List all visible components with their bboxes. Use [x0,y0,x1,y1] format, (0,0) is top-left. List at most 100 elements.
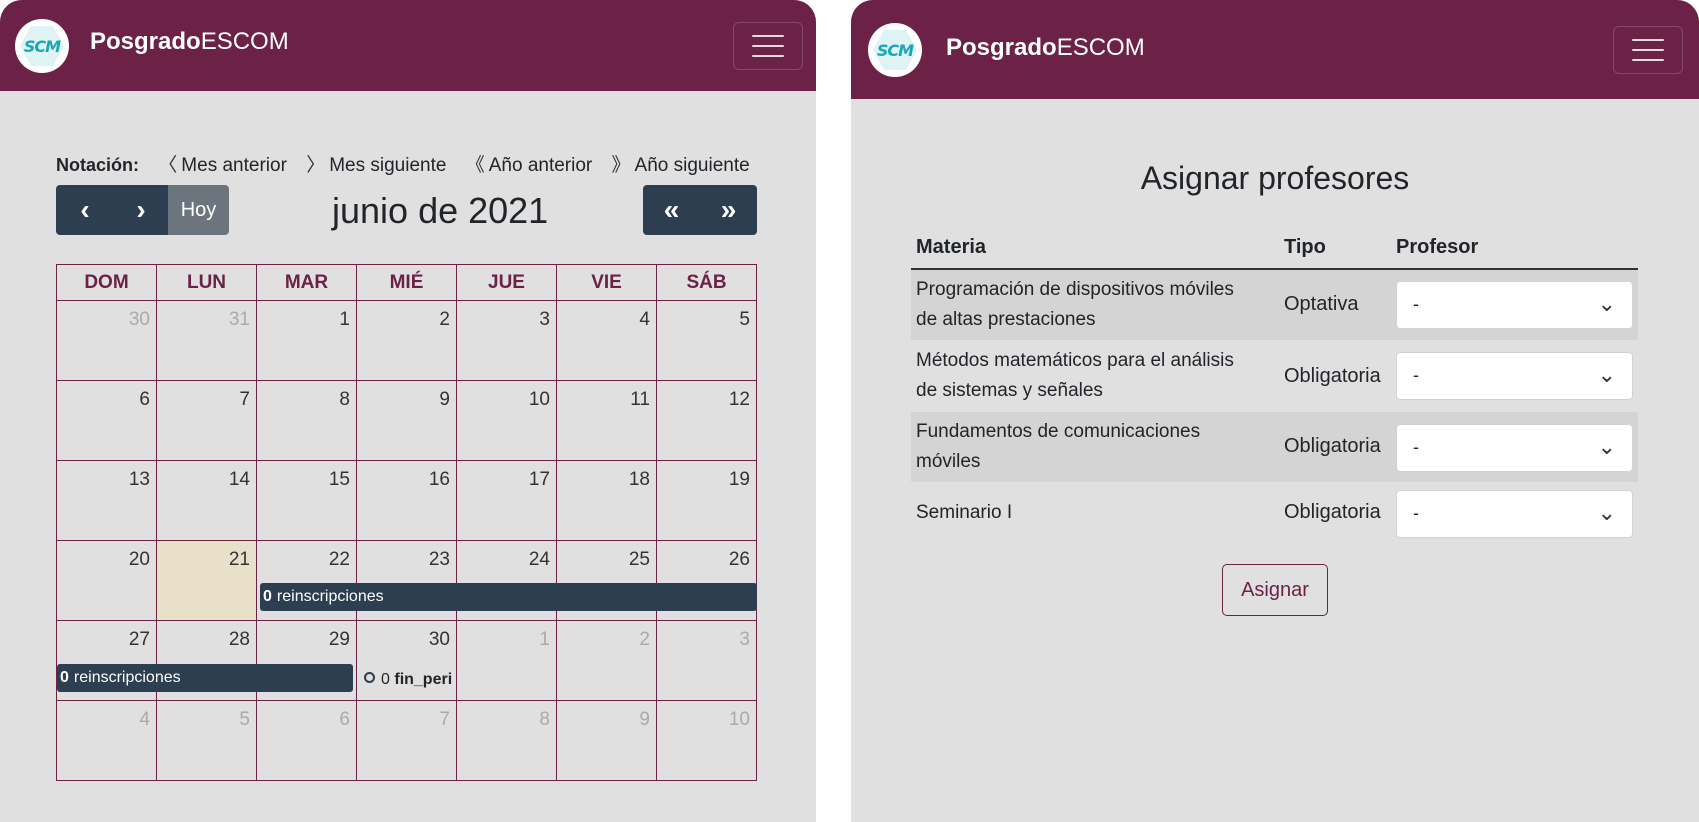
calendar-event[interactable]: 0 reinscripciones [57,664,353,692]
hamburger-icon-line [1632,49,1664,51]
scm-logo-mark: SCM [20,26,64,66]
day-cell[interactable]: 3 [656,620,757,701]
day-cell[interactable]: 9 [556,700,657,781]
header-profesor: Profesor [1396,236,1479,258]
profesor-select[interactable]: - ⌄ [1396,352,1633,400]
day-cell[interactable]: 9 [356,380,457,461]
day-cell[interactable]: 12 [656,380,757,461]
day-cell[interactable]: 8 [456,700,557,781]
brand-light: ESCOM [1056,34,1145,61]
day-cell[interactable]: 14 [156,460,257,541]
double-chevron-left-icon: « [663,194,680,225]
chevron-right-icon: › [136,194,146,225]
notation-next-year-label: Año siguiente [634,155,750,176]
notation-prev-month: 〈 Mes anterior [158,155,287,176]
header-materia: Materia [916,236,987,258]
day-cell[interactable]: 19 [656,460,757,541]
day-number: 10 [528,389,550,410]
calendar-screen: SCM PosgradoESCOM Notación: 〈 Mes anterio… [0,0,816,822]
hamburger-icon-line [1632,59,1664,61]
prev-month-button[interactable]: ‹ [56,185,114,235]
day-number: 4 [639,309,650,330]
chevron-down-icon: ⌄ [1597,500,1616,525]
day-number: 7 [239,389,250,410]
day-cell[interactable]: 10 [456,380,557,461]
day-cell[interactable]: 16 [356,460,457,541]
day-cell[interactable]: 2 [356,300,457,381]
materia-line: Programación de dispositivos móviles [916,279,1234,300]
calendar-event[interactable]: 0 reinscripciones [260,583,757,611]
prev-month-icon: 〈 [158,155,178,176]
day-cell[interactable]: 15 [256,460,357,541]
day-cell[interactable]: 5 [156,700,257,781]
day-cell[interactable]: 1 [456,620,557,701]
prev-year-button[interactable]: « [643,185,700,235]
profesor-select[interactable]: - ⌄ [1396,424,1633,472]
navbar: SCM PosgradoESCOM [0,0,816,91]
day-cell-today[interactable]: 21 [156,540,257,621]
day-cell[interactable]: 3 [456,300,557,381]
scm-logo[interactable]: SCM [15,19,69,73]
day-cell[interactable]: 4 [56,700,157,781]
notation-prev-year-label: Año anterior [488,155,593,176]
next-year-button[interactable]: » [700,185,757,235]
weekday-header: MAR [256,264,357,301]
notation-legend: Notación: 〈 Mes anterior 〉 Mes siguiente 《… [56,150,764,177]
menu-toggle-button[interactable] [1613,26,1683,74]
event-label: reinscripciones [276,588,384,605]
day-cell[interactable]: 8 [256,380,357,461]
scm-logo[interactable]: SCM [868,23,922,77]
tipo-cell: Obligatoria [1284,501,1381,523]
day-cell[interactable]: 18 [556,460,657,541]
calendar-event-dot[interactable]: 0 fin_peri [364,666,455,694]
day-number: 9 [439,389,450,410]
scm-logo-mark: SCM [873,30,917,70]
week-row: 4 5 6 7 8 9 10 [56,700,757,781]
day-cell[interactable]: 30 [56,300,157,381]
day-cell[interactable]: 20 [56,540,157,621]
day-cell[interactable]: 11 [556,380,657,461]
day-number: 4 [139,709,150,730]
hamburger-icon [752,35,784,37]
select-value: - [1413,437,1419,457]
day-cell[interactable]: 2 [556,620,657,701]
tipo-cell: Obligatoria [1284,365,1381,387]
today-button[interactable]: Hoy [168,185,229,235]
day-cell[interactable]: 5 [656,300,757,381]
profesor-select[interactable]: - ⌄ [1396,281,1633,329]
brand-name[interactable]: PosgradoESCOM [90,28,289,56]
year-nav-group: « » [643,185,757,235]
menu-toggle-button[interactable] [733,22,803,70]
day-cell[interactable]: 7 [156,380,257,461]
day-number: 6 [139,389,150,410]
day-cell[interactable]: 4 [556,300,657,381]
prev-year-icon: 《 [465,155,485,176]
day-cell[interactable]: 6 [56,380,157,461]
brand-name[interactable]: PosgradoESCOM [946,34,1145,62]
materia-cell: Métodos matemáticos para el análisis de s… [916,346,1234,406]
day-number: 28 [228,629,250,650]
page-title: Asignar profesores [1140,160,1410,196]
next-month-button[interactable]: › [114,185,168,235]
day-number: 29 [328,629,350,650]
day-cell[interactable]: 10 [656,700,757,781]
day-cell[interactable]: 6 [256,700,357,781]
table-row: Métodos matemáticos para el análisis de s… [911,340,1638,412]
materia-line: de altas prestaciones [916,309,1096,330]
day-cell[interactable]: 1 [256,300,357,381]
day-cell[interactable]: 7 [356,700,457,781]
month-nav-group: ‹ › Hoy [56,185,229,235]
event-label: fin_peri [394,671,453,688]
profesor-select[interactable]: - ⌄ [1396,490,1633,538]
brand-light: ESCOM [200,28,289,55]
chevron-down-icon: ⌄ [1597,362,1616,387]
table-row: Programación de dispositivos móviles de a… [911,270,1638,340]
day-cell[interactable]: 31 [156,300,257,381]
day-number: 9 [639,709,650,730]
day-cell[interactable]: 17 [456,460,557,541]
materia-cell: Programación de dispositivos móviles de a… [916,275,1234,335]
day-number: 12 [728,389,750,410]
day-number: 23 [428,549,450,570]
asignar-button[interactable]: Asignar [1222,564,1328,616]
day-cell[interactable]: 13 [56,460,157,541]
